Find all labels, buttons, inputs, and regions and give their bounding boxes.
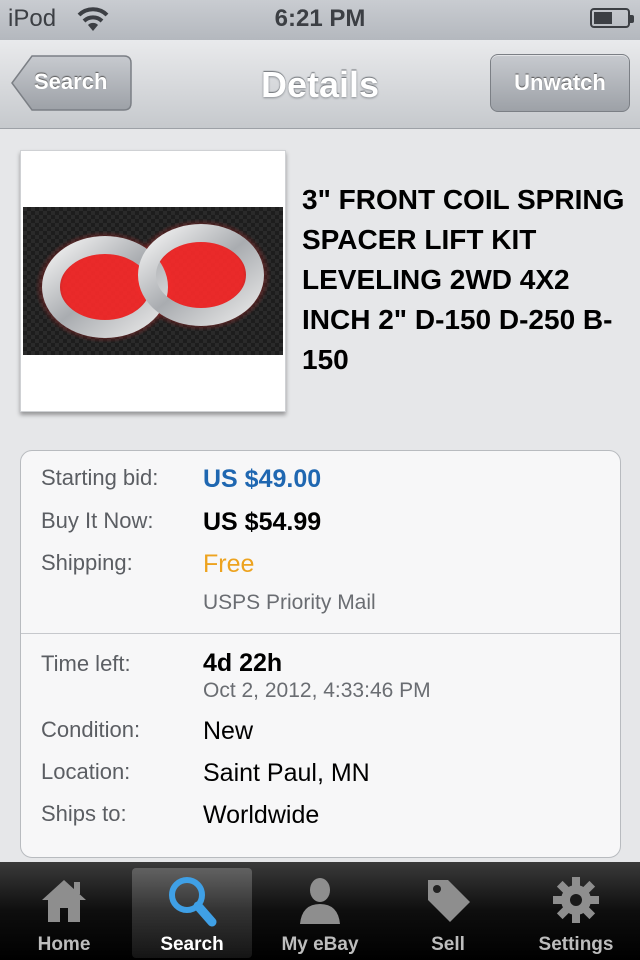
time-left-value: 4d 22h (203, 649, 283, 677)
search-icon (128, 874, 256, 927)
unwatch-button[interactable]: Unwatch (490, 54, 630, 112)
navigation-bar: Search Details Unwatch (0, 40, 640, 129)
coil-spring-spacer-image (23, 207, 283, 355)
clock: 6:21 PM (274, 5, 366, 32)
location-label: Location: (41, 759, 131, 784)
tab-bar: Home Search My eBay Sell Settings (0, 862, 640, 960)
shipping-label: Shipping: (41, 550, 133, 575)
tab-settings[interactable]: Settings (512, 862, 640, 960)
starting-bid-value: US $49.00 (203, 465, 322, 493)
tab-sell-label: Sell (431, 934, 465, 955)
buy-it-now-value: US $54.99 (203, 508, 322, 536)
condition-value: New (203, 717, 254, 745)
tab-my-ebay-label: My eBay (281, 934, 359, 955)
buy-it-now-label: Buy It Now: (41, 508, 154, 533)
condition-label: Condition: (41, 717, 141, 742)
tab-search-label: Search (160, 934, 224, 955)
item-title: 3" FRONT COIL SPRING SPACER LIFT KIT LEV… (302, 184, 625, 375)
tab-home-label: Home (37, 934, 91, 955)
shipping-service: USPS Priority Mail (203, 591, 376, 614)
ships-to-value: Worldwide (203, 801, 320, 829)
item-thumbnail[interactable] (20, 150, 286, 412)
gear-icon (512, 874, 640, 926)
end-time: Oct 2, 2012, 4:33:46 PM (203, 679, 431, 702)
status-bar: iPod 6:21 PM (0, 0, 640, 40)
starting-bid-label: Starting bid: (41, 465, 159, 490)
shipping-value: Free (203, 550, 255, 578)
home-icon (0, 874, 128, 926)
item-details-card: Starting bid: US $49.00 Buy It Now: US $… (20, 450, 621, 858)
tab-search[interactable]: Search (132, 868, 252, 958)
tag-icon (384, 874, 512, 926)
location-value: Saint Paul, MN (203, 759, 370, 787)
person-icon (256, 874, 384, 926)
tab-my-ebay[interactable]: My eBay (256, 862, 384, 960)
tab-sell[interactable]: Sell (384, 862, 512, 960)
ships-to-label: Ships to: (41, 801, 127, 826)
tab-home[interactable]: Home (0, 862, 128, 960)
divider (21, 633, 620, 634)
battery-icon (590, 8, 634, 28)
time-left-label: Time left: (41, 651, 131, 676)
tab-settings-label: Settings (538, 934, 614, 955)
